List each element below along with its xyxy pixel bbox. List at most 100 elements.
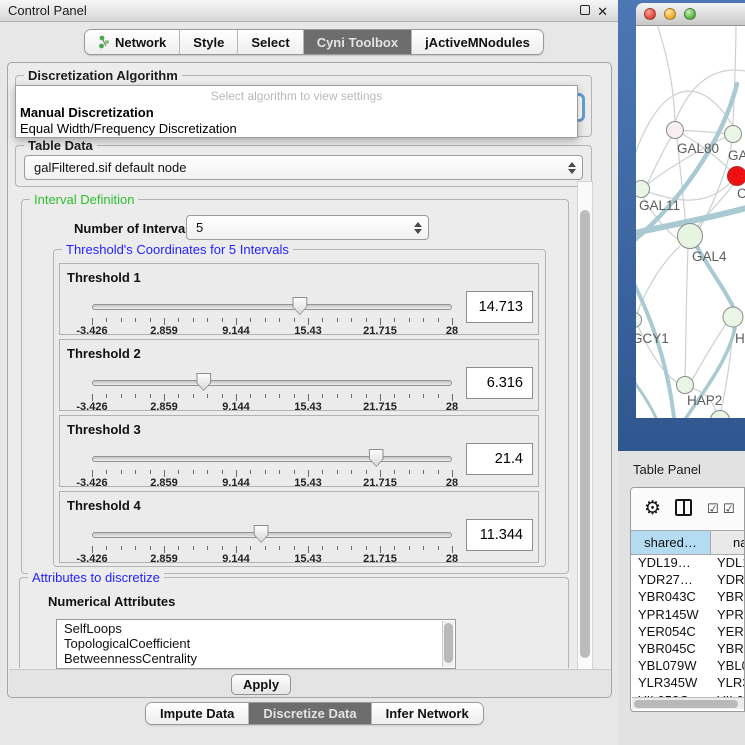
threshold-3-panel: Threshold 3 -3.4262.8599.14415.4321.7152… — [59, 415, 539, 487]
node-top-right[interactable] — [725, 126, 742, 143]
threshold-2-slider[interactable] — [92, 372, 452, 394]
scrollbar-thumb[interactable] — [580, 210, 590, 658]
slider-thumb[interactable] — [254, 525, 269, 543]
list-item[interactable]: TopologicalCoefficient — [57, 635, 455, 650]
table-data-combobox[interactable]: galFiltered.sif default node — [24, 155, 583, 180]
network-view-canvas[interactable]: GAL80 GA C GAL11 GAL4 GCY1 H HAP2 — [636, 26, 745, 418]
scale-label: 2.859 — [150, 477, 178, 489]
network-nodes — [636, 122, 745, 419]
checkbox-icon[interactable]: ☑ — [707, 501, 719, 517]
list-scrollbar[interactable] — [442, 621, 454, 667]
threshold-4-value-field[interactable] — [466, 519, 533, 551]
scale-label: -3.426 — [76, 401, 107, 413]
scale-label: 9.144 — [222, 325, 250, 337]
threshold-3-slider[interactable] — [92, 448, 452, 470]
scale-label: 28 — [446, 477, 458, 489]
list-item[interactable]: SelfLoops — [57, 620, 455, 635]
threshold-2-value-field[interactable] — [466, 367, 533, 399]
tab-jactivemnodules[interactable]: jActiveMNodules — [412, 30, 543, 54]
table-panel: Table Panel ⚙ ☑ ☑ shared… na YDL19…YDL1 … — [618, 451, 745, 745]
scale-label: 9.144 — [222, 553, 250, 565]
cyni-toolbox-panel: Discretization Algorithm Table Data galF… — [7, 62, 612, 698]
table-data-label: Table Data — [24, 138, 97, 153]
table-row[interactable]: YBL079WYBL0 — [631, 658, 745, 675]
label-gal80: GAL80 — [677, 141, 719, 156]
combo-stepper-icon — [413, 222, 421, 234]
node-hap2[interactable] — [677, 377, 694, 394]
list-item[interactable]: BetweennessCentrality — [57, 650, 455, 665]
top-tab-bar: Network Style Select Cyni Toolbox jActiv… — [84, 29, 544, 55]
node-gal80[interactable] — [667, 122, 684, 139]
tab-label: Network — [115, 35, 166, 50]
tab-network[interactable]: Network — [85, 30, 180, 54]
slider-thumb[interactable] — [196, 373, 211, 391]
slider-thumb[interactable] — [292, 297, 307, 315]
threshold-4-slider[interactable] — [92, 524, 452, 546]
table-row[interactable]: YDL19…YDL1 — [631, 555, 745, 572]
scale-label: 21.715 — [363, 325, 397, 337]
table-row[interactable]: YLR345WYLR3 — [631, 675, 745, 692]
slider-track[interactable] — [92, 380, 452, 386]
number-of-intervals-combobox[interactable]: 5 — [186, 215, 429, 240]
scrollbar-thumb[interactable] — [634, 700, 738, 708]
scale-label: 28 — [446, 401, 458, 413]
table-row[interactable]: YBR043CYBR0 — [631, 589, 745, 606]
gear-icon[interactable]: ⚙ — [644, 497, 661, 520]
table-horizontal-scrollbar[interactable] — [632, 697, 745, 709]
tab-cyni-toolbox[interactable]: Cyni Toolbox — [304, 30, 412, 54]
tab-select[interactable]: Select — [238, 30, 303, 54]
node-mid-right[interactable] — [723, 307, 743, 327]
scale-label: 21.715 — [363, 477, 397, 489]
slider-track[interactable] — [92, 532, 452, 538]
table-row[interactable]: YPR145WYPR1 — [631, 607, 745, 624]
tab-style[interactable]: Style — [180, 30, 238, 54]
label-partial-top-right: GA — [728, 148, 745, 163]
table-row[interactable]: YDR27…YDR2 — [631, 572, 745, 589]
checkbox-icon[interactable]: ☑ — [723, 501, 735, 517]
threshold-1-value-field[interactable] — [466, 291, 533, 323]
close-icon[interactable]: ✕ — [597, 4, 608, 20]
scrollbar-thumb[interactable] — [444, 623, 453, 663]
scale-label: 15.43 — [294, 553, 322, 565]
columns-icon[interactable] — [675, 499, 692, 516]
scale-label: -3.426 — [76, 477, 107, 489]
tab-discretize-data[interactable]: Discretize Data — [249, 703, 371, 724]
table-row[interactable]: YBR045CYBR0 — [631, 641, 745, 658]
slider-scale: -3.4262.8599.14415.4321.71528 — [92, 477, 452, 489]
minimize-traffic-light-icon[interactable] — [664, 8, 676, 20]
node-gal11[interactable] — [636, 181, 650, 198]
close-traffic-light-icon[interactable] — [644, 8, 656, 20]
table-row[interactable]: YER054CYER0 — [631, 624, 745, 641]
node-bottom-partial[interactable] — [711, 411, 730, 419]
node-table: ⚙ ☑ ☑ shared… na YDL19…YDL1 YDR27…YDR2 Y… — [630, 487, 745, 712]
column-header-shared-name[interactable]: shared… — [631, 531, 711, 554]
slider-track[interactable] — [92, 304, 452, 310]
scale-label: 2.859 — [150, 401, 178, 413]
algorithm-dropdown-popup: Select algorithm to view settings Manual… — [15, 85, 578, 138]
popup-option-manual-discretization[interactable]: Manual Discretization — [18, 105, 156, 120]
threshold-3-value-field[interactable] — [466, 443, 533, 475]
tab-infer-network[interactable]: Infer Network — [372, 703, 483, 724]
float-window-icon[interactable] — [580, 5, 590, 15]
table-panel-title: Table Panel — [633, 462, 701, 477]
discretization-algorithm-label: Discretization Algorithm — [24, 68, 182, 83]
zoom-traffic-light-icon[interactable] — [684, 8, 696, 20]
node-selected-red[interactable] — [728, 167, 745, 186]
threshold-2-panel: Threshold 2 -3.4262.8599.14415.4321.7152… — [59, 339, 539, 411]
column-header-name[interactable]: na — [711, 531, 745, 554]
node-gal4[interactable] — [678, 224, 703, 249]
thresholds-group-label: Threshold's Coordinates for 5 Intervals — [62, 242, 293, 257]
slider-thumb[interactable] — [369, 449, 384, 467]
settings-scrollbar[interactable] — [577, 181, 593, 689]
scale-label: 15.43 — [294, 401, 322, 413]
apply-button[interactable]: Apply — [231, 674, 291, 695]
interval-definition-label: Interval Definition — [30, 192, 138, 207]
slider-track[interactable] — [92, 456, 452, 462]
popup-option-equal-width[interactable]: Equal Width/Frequency Discretization — [18, 121, 239, 136]
scale-label: 2.859 — [150, 553, 178, 565]
tab-impute-data[interactable]: Impute Data — [146, 703, 249, 724]
label-gal4: GAL4 — [692, 249, 727, 264]
node-gcy1[interactable] — [636, 313, 642, 328]
network-window-titlebar[interactable] — [636, 3, 745, 26]
threshold-1-slider[interactable] — [92, 296, 452, 318]
